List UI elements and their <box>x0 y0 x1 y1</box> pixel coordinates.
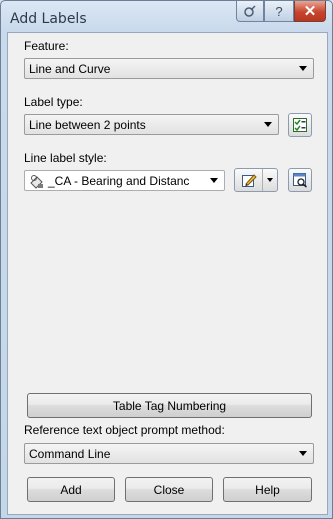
edit-style-icon[interactable] <box>235 169 263 191</box>
reference-prompt-label: Reference text object prompt method: <box>24 423 225 437</box>
chevron-down-icon <box>264 122 272 127</box>
feature-value: Line and Curve <box>29 61 111 76</box>
chevron-down-icon[interactable] <box>263 178 277 182</box>
chevron-down-icon <box>299 66 307 71</box>
window-title: Add Labels <box>10 11 87 27</box>
add-labels-window: Add Labels ? ✕ Feature: Line and Curve L… <box>0 0 333 519</box>
caption-buttons: ? ✕ <box>236 1 326 22</box>
dialog-body: Feature: Line and Curve Label type: Line… <box>7 32 328 515</box>
feature-label: Feature: <box>24 39 69 53</box>
close-button[interactable]: Close <box>125 477 213 502</box>
table-tag-numbering-button[interactable]: Table Tag Numbering <box>27 393 312 418</box>
label-type-dropdown[interactable]: Line between 2 points <box>24 114 279 135</box>
help-icon[interactable]: ? <box>264 1 294 22</box>
pick-style-icon[interactable] <box>288 168 312 192</box>
label-type-value: Line between 2 points <box>29 117 146 132</box>
line-label-style-label: Line label style: <box>24 151 107 165</box>
feature-dropdown[interactable]: Line and Curve <box>24 58 314 79</box>
reference-prompt-value: Command Line <box>29 446 111 461</box>
edit-style-split-button[interactable] <box>234 168 278 192</box>
help-button[interactable]: Help <box>223 477 312 502</box>
line-label-style-value: _CA - Bearing and Distanc <box>48 173 190 188</box>
add-button[interactable]: Add <box>27 477 115 502</box>
pin-icon[interactable] <box>236 1 264 22</box>
chevron-down-icon <box>210 178 218 183</box>
chevron-down-icon <box>299 451 307 456</box>
label-type-check-icon[interactable] <box>288 113 312 137</box>
line-label-style-dropdown[interactable]: _CA - Bearing and Distanc <box>24 170 225 191</box>
label-type-label: Label type: <box>24 95 83 109</box>
style-tag-icon <box>29 173 45 189</box>
close-icon[interactable]: ✕ <box>294 1 326 22</box>
reference-prompt-dropdown[interactable]: Command Line <box>24 443 314 464</box>
